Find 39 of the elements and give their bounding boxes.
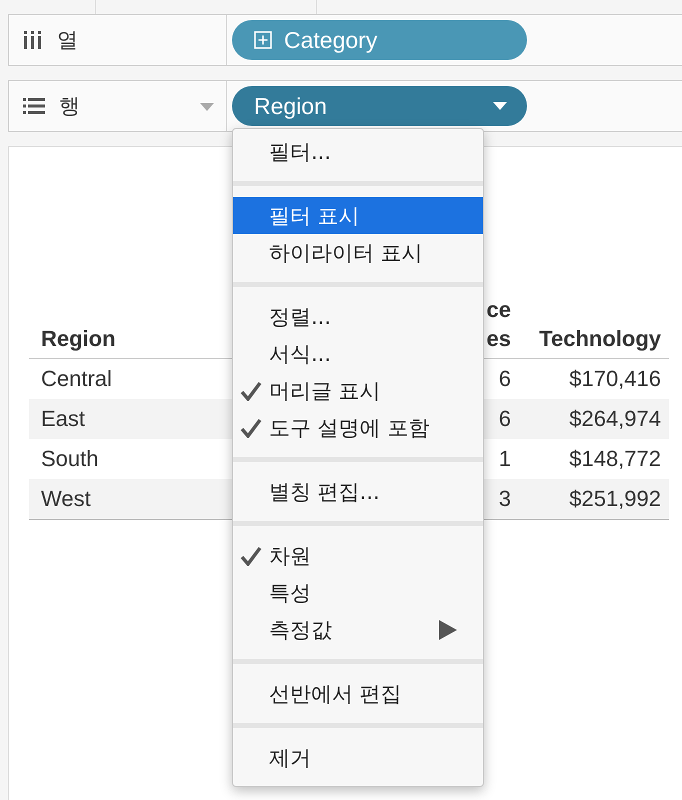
table-cell: West [41,486,91,512]
menu-item[interactable]: 서식... [233,335,483,372]
menu-item[interactable]: 특성 [233,574,483,611]
table-cell: 3 [498,486,511,512]
pill-label: Region [254,92,328,120]
menu-item[interactable]: 필터... [233,133,483,170]
menu-item[interactable]: 도구 설명에 포함 [233,409,483,446]
menu-item[interactable]: 정렬... [233,298,483,335]
table-cell: East [41,406,86,432]
menu-item[interactable]: 차원 [233,537,483,574]
table-cell: 1 [498,446,511,472]
rows-icon [23,97,45,115]
table-cell: $148,772 [569,446,661,472]
table-cell: $264,974 [569,406,661,432]
dropdown-caret-icon[interactable] [200,103,214,111]
menu-item[interactable]: 필터 표시 [233,197,483,234]
menu-item[interactable]: 머리글 표시 [233,372,483,409]
column-header: Technology [539,326,661,352]
caret-icon[interactable] [493,102,507,110]
pill-label: Category [284,26,378,54]
column-header: ce es [486,296,511,352]
shelf-label: 행 [59,93,80,120]
field-pill[interactable]: Region [232,86,527,126]
table-cell: 6 [498,366,511,392]
expand-icon[interactable] [254,31,272,49]
menu-item[interactable]: 별칭 편집... [233,473,483,510]
table-cell: 6 [498,406,511,432]
table-cell: South [41,446,98,472]
columns-icon [23,31,43,49]
menu-item[interactable]: 제거 [233,739,483,776]
menu-item[interactable]: 측정값 [233,611,483,648]
menu-item[interactable]: 선반에서 편집 [233,675,483,712]
table-cell: $251,992 [569,486,661,512]
column-header: Region [41,326,116,352]
table-cell: Central [41,366,112,392]
table-cell: $170,416 [569,366,661,392]
shelf-label: 열 [57,27,78,54]
submenu-arrow-icon [439,620,457,640]
menu-item[interactable]: 하이라이터 표시 [233,234,483,271]
